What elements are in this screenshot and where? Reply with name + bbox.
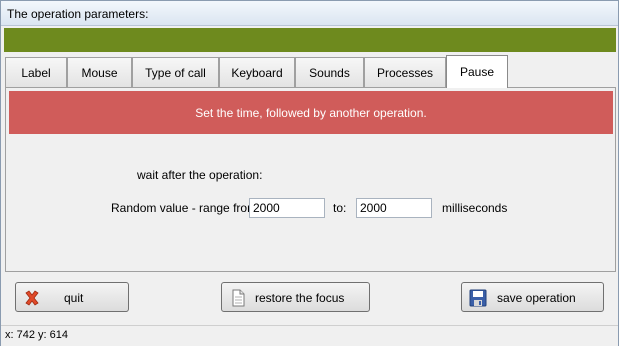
floppy-disk-icon xyxy=(469,289,487,307)
title-bar: The operation parameters: xyxy=(1,1,618,26)
tab-label[interactable]: Label xyxy=(5,57,67,87)
range-to-label: to: xyxy=(333,201,347,215)
tab-sounds[interactable]: Sounds xyxy=(295,57,364,87)
tab-pause[interactable]: Pause xyxy=(446,55,508,88)
range-to-input[interactable]: 2000 xyxy=(356,198,432,218)
tab-strip: Label Mouse Type of call Keyboard Sounds… xyxy=(5,55,617,88)
range-from-input[interactable]: 2000 xyxy=(249,198,325,218)
tab-keyboard[interactable]: Keyboard xyxy=(219,57,295,87)
save-operation-button[interactable]: save operation xyxy=(461,282,604,312)
red-x-icon xyxy=(23,289,41,307)
pause-tab-panel: Set the time, followed by another operat… xyxy=(5,87,616,272)
tab-processes-text: Processes xyxy=(376,65,434,80)
restore-focus-label: restore the focus xyxy=(255,291,345,305)
tab-label-text: Label xyxy=(21,65,51,80)
tab-sounds-text: Sounds xyxy=(309,65,350,80)
status-bar: x: 742 y: 614 xyxy=(1,325,618,346)
quit-label: quit xyxy=(64,291,84,305)
wait-label: wait after the operation: xyxy=(137,168,263,182)
tab-processes[interactable]: Processes xyxy=(364,57,446,87)
milliseconds-label: milliseconds xyxy=(442,201,508,215)
quit-button[interactable]: quit xyxy=(15,282,129,312)
operation-parameters-window: The operation parameters: Label Mouse Ty… xyxy=(0,0,619,346)
tab-mouse-text: Mouse xyxy=(81,65,118,80)
tab-type-of-call[interactable]: Type of call xyxy=(132,57,219,87)
tab-type-of-call-text: Type of call xyxy=(145,65,206,80)
range-from-label: Random value - range from: xyxy=(111,201,261,215)
save-operation-label: save operation xyxy=(497,291,576,305)
document-icon xyxy=(229,289,247,307)
window-title: The operation parameters: xyxy=(7,7,149,21)
banner-text: Set the time, followed by another operat… xyxy=(195,105,427,120)
cursor-coordinates: x: 742 y: 614 xyxy=(5,329,68,341)
tab-pause-text: Pause xyxy=(459,65,495,79)
tab-mouse[interactable]: Mouse xyxy=(67,57,132,87)
restore-focus-button[interactable]: restore the focus xyxy=(221,282,370,312)
tab-keyboard-text: Keyboard xyxy=(231,65,283,80)
info-banner: Set the time, followed by another operat… xyxy=(9,91,613,134)
header-bar xyxy=(4,28,616,52)
